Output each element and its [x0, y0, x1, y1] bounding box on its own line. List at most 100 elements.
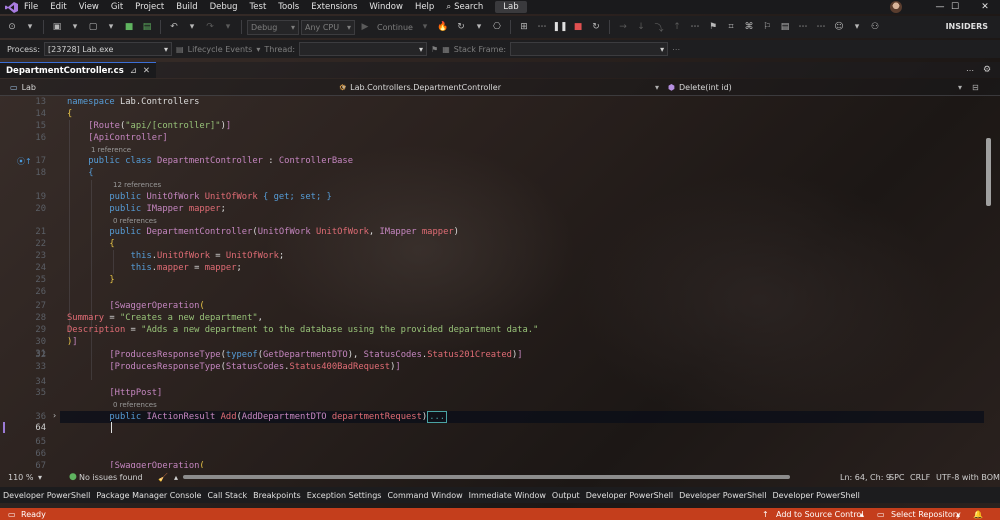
browser-link-icon[interactable]: ⎔: [489, 19, 505, 35]
menu-debug[interactable]: Debug: [204, 2, 244, 12]
dropdown-arrow-icon[interactable]: ▾: [184, 19, 200, 35]
more-options-icon[interactable]: ⋯: [672, 45, 680, 54]
tool-tab-developer-powershell[interactable]: Developer PowerShell: [0, 491, 93, 500]
tool-tab-immediate-window[interactable]: Immediate Window: [466, 491, 549, 500]
more-options-icon[interactable]: ⋯: [534, 19, 550, 35]
continue-button[interactable]: Continue: [375, 23, 415, 32]
tool-tab-exception-settings[interactable]: Exception Settings: [304, 491, 385, 500]
save-all-icon[interactable]: ▤: [139, 19, 155, 35]
dropdown-arrow-icon[interactable]: ▾: [103, 19, 119, 35]
maximize-icon[interactable]: ☐: [940, 0, 970, 14]
more-options-icon[interactable]: ⋯: [795, 19, 811, 35]
issues-status[interactable]: No issues found: [79, 473, 143, 482]
more-options-icon[interactable]: ⋯: [813, 19, 829, 35]
select-repository-button[interactable]: Select Repository: [891, 510, 961, 519]
project-dropdown[interactable]: ▭ Lab: [10, 79, 36, 96]
dropdown-arrow-icon[interactable]: ▾: [256, 45, 260, 54]
menu-help[interactable]: Help: [409, 2, 440, 12]
dropdown-arrow-icon[interactable]: ▾: [471, 19, 487, 35]
more-options-icon[interactable]: ⋯: [687, 19, 703, 35]
chevron-up-icon[interactable]: ▴: [956, 510, 960, 519]
close-tab-icon[interactable]: ✕: [143, 66, 150, 76]
code-editor[interactable]: ⦿↑ › 13 namespace Lab.Controllers 14{15 [R…: [0, 96, 984, 468]
flag-threads-icon[interactable]: ⚑: [431, 45, 438, 54]
code-cleanup-icon[interactable]: 🧹: [158, 473, 168, 482]
menu-test[interactable]: Test: [244, 2, 273, 12]
menu-tools[interactable]: Tools: [272, 2, 305, 12]
tool-tab-developer-powershell[interactable]: Developer PowerShell: [583, 491, 676, 500]
add-to-source-control-button[interactable]: Add to Source Control: [776, 510, 864, 519]
tool-tab-breakpoints[interactable]: Breakpoints: [250, 491, 304, 500]
bookmark-next-icon[interactable]: ⌘: [741, 19, 757, 35]
hot-reload-icon[interactable]: 🔥: [435, 19, 451, 35]
chevron-down-icon[interactable]: ▾: [38, 473, 42, 482]
dropdown-arrow-icon[interactable]: ▾: [67, 19, 83, 35]
comment-icon[interactable]: ▤: [777, 19, 793, 35]
tab-department-controller[interactable]: DepartmentController.cs ⊿ ✕: [0, 62, 157, 78]
menu-window[interactable]: Window: [363, 2, 409, 12]
pause-icon[interactable]: ❚❚: [552, 19, 568, 35]
save-icon[interactable]: ■: [121, 19, 137, 35]
menu-view[interactable]: View: [73, 2, 105, 12]
split-editor-icon[interactable]: ⊟: [972, 79, 979, 96]
whitespace-mode[interactable]: SPC: [889, 473, 905, 482]
menu-edit[interactable]: Edit: [44, 2, 72, 12]
step-over-icon[interactable]: ⤵: [651, 19, 667, 35]
tab-overflow-icon[interactable]: ⋯: [966, 66, 974, 75]
line-endings[interactable]: CRLF: [910, 473, 930, 482]
stop-icon[interactable]: ■: [570, 19, 586, 35]
navigate-back-icon[interactable]: ⊙: [4, 19, 20, 35]
stack-frame-select[interactable]: ▾: [510, 42, 669, 56]
lifecycle-events-icon[interactable]: ▤: [176, 45, 184, 54]
bookmark-icon[interactable]: ⌗: [723, 19, 739, 35]
menu-extensions[interactable]: Extensions: [305, 2, 363, 12]
add-item-icon[interactable]: ▢: [85, 19, 101, 35]
solution-name-badge[interactable]: Lab: [495, 1, 527, 13]
tool-tab-command-window[interactable]: Command Window: [384, 491, 465, 500]
live-share-icon[interactable]: ⚇: [867, 19, 883, 35]
bookmark-flag-icon[interactable]: ⚐: [759, 19, 775, 35]
thread-select[interactable]: ▾: [299, 42, 428, 56]
dropdown-arrow-icon[interactable]: ▾: [22, 19, 38, 35]
filter-threads-icon[interactable]: ▦: [442, 45, 450, 54]
undo-icon[interactable]: ↶: [166, 19, 182, 35]
menu-git[interactable]: Git: [105, 2, 129, 12]
horizontal-scrollbar-thumb[interactable]: [183, 475, 790, 479]
step-out-icon[interactable]: ↑: [669, 19, 685, 35]
platform-select[interactable]: Any CPU ▾: [301, 19, 355, 35]
grid-icon[interactable]: ⊞: [516, 19, 532, 35]
copilot-icon[interactable]: ☺: [831, 19, 847, 35]
continue-icon[interactable]: ▶: [357, 19, 373, 35]
menu-project[interactable]: Project: [129, 2, 170, 12]
chevron-up-icon[interactable]: ▴: [174, 473, 178, 482]
codelens-text[interactable]: 0 references: [113, 399, 157, 411]
new-project-icon[interactable]: ▣: [49, 19, 65, 35]
notifications-bell-icon[interactable]: 🔔: [973, 510, 983, 519]
settings-icon[interactable]: ⚙: [983, 65, 991, 75]
zoom-level[interactable]: 110 %: [8, 473, 33, 482]
dropdown-arrow-icon[interactable]: ▾: [417, 19, 433, 35]
codelens-text[interactable]: 12 references: [113, 179, 161, 191]
step-into-icon[interactable]: ↓: [633, 19, 649, 35]
member-dropdown[interactable]: ⬢ Delete(int id): [668, 79, 732, 96]
tool-tab-package-manager-console[interactable]: Package Manager Console: [93, 491, 204, 500]
chevron-down-icon[interactable]: ▾: [655, 79, 659, 96]
configuration-select[interactable]: Debug ▾: [247, 19, 299, 35]
breakpoint-settings-icon[interactable]: ⚑: [705, 19, 721, 35]
show-next-statement-icon[interactable]: →: [615, 19, 631, 35]
process-select[interactable]: [23728] Lab.exe ▾: [44, 42, 173, 56]
chevron-down-icon[interactable]: ▾: [958, 79, 962, 96]
restart-debug-icon[interactable]: ↻: [588, 19, 604, 35]
menu-file[interactable]: File: [18, 2, 44, 12]
dropdown-arrow-icon[interactable]: ▾: [220, 19, 236, 35]
chevron-up-icon[interactable]: ▴: [860, 510, 864, 519]
menu-build[interactable]: Build: [170, 2, 203, 12]
redo-icon[interactable]: ↷: [202, 19, 218, 35]
pin-icon[interactable]: ⊿: [130, 66, 137, 76]
cursor-position[interactable]: Ln: 64, Ch: 9: [840, 473, 891, 482]
avatar[interactable]: [890, 1, 902, 13]
lifecycle-events-button[interactable]: Lifecycle Events: [188, 45, 253, 54]
restart-icon[interactable]: ↻: [453, 19, 469, 35]
tool-tab-developer-powershell[interactable]: Developer PowerShell: [676, 491, 769, 500]
tool-tab-output[interactable]: Output: [549, 491, 583, 500]
